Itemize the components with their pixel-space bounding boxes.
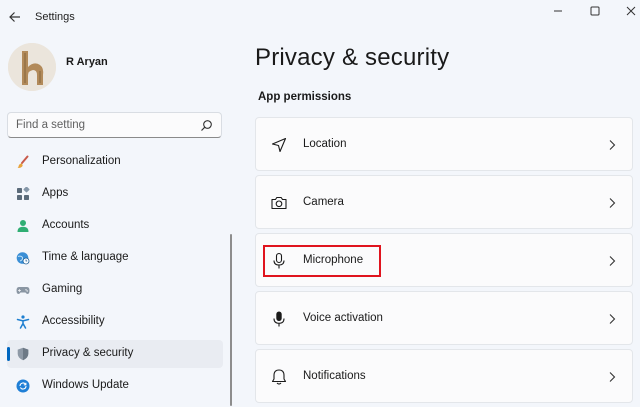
permission-camera[interactable]: Camera [255,175,633,229]
brush-icon [17,155,29,168]
permission-voice-activation[interactable]: Voice activation [255,291,633,345]
sidebar-item-time-language[interactable]: Time & language [7,244,223,272]
shield-icon [17,347,29,361]
permission-label: Notifications [303,370,366,382]
close-icon[interactable] [621,4,640,18]
minimize-icon[interactable] [548,4,568,18]
sidebar-item-label: Accessibility [42,315,105,327]
bell-icon [271,369,287,385]
permission-label: Voice activation [303,312,383,324]
app-title: Settings [35,11,75,23]
active-indicator [7,347,10,361]
permission-label: Camera [303,196,344,208]
sidebar-item-windows-update[interactable]: Windows Update [7,372,223,400]
sidebar-item-label: Personalization [42,155,121,167]
sidebar-item-apps[interactable]: Apps [7,180,223,208]
avatar-image [8,43,56,91]
chevron-right-icon [609,198,616,208]
location-arrow-icon [271,137,287,153]
search-box[interactable] [7,112,222,138]
person-icon [17,220,29,232]
chevron-right-icon [609,140,616,150]
voice-mic-icon [273,311,285,327]
chevron-right-icon [609,314,616,324]
page-title: Privacy & security [255,44,450,71]
back-arrow-icon[interactable] [6,8,24,26]
sidebar-item-accessibility[interactable]: Accessibility [7,308,223,336]
sidebar-item-privacy-security[interactable]: Privacy & security [7,340,223,368]
sidebar-item-personalization[interactable]: Personalization [7,148,223,176]
permission-notifications[interactable]: Notifications [255,349,633,403]
chevron-right-icon [609,256,616,266]
highlight-annotation-box [263,245,381,277]
avatar[interactable] [8,43,56,91]
title-bar: Settings [0,0,640,34]
apps-icon [17,187,30,200]
sidebar-item-accounts[interactable]: Accounts [7,212,223,240]
permission-label: Location [303,138,347,150]
update-icon [16,379,30,393]
chevron-right-icon [609,372,616,382]
permission-location[interactable]: Location [255,117,633,171]
sidebar-item-label: Gaming [42,283,83,295]
gamepad-icon [16,287,30,294]
sidebar-scrollbar[interactable] [230,234,232,406]
sidebar-item-label: Time & language [42,251,129,263]
sidebar-item-gaming[interactable]: Gaming [7,276,223,304]
camera-icon [271,196,287,210]
search-icon[interactable] [200,119,213,132]
globe-clock-icon [16,252,30,265]
sidebar-item-label: Apps [42,187,69,199]
section-title: App permissions [258,91,352,103]
maximize-icon[interactable] [585,4,605,18]
sidebar-item-label: Accounts [42,219,90,231]
sidebar-item-label: Privacy & security [42,347,134,359]
user-name: R Aryan [66,56,108,68]
accessibility-icon [16,315,30,329]
search-input[interactable] [16,116,196,134]
sidebar-item-label: Windows Update [42,379,129,391]
